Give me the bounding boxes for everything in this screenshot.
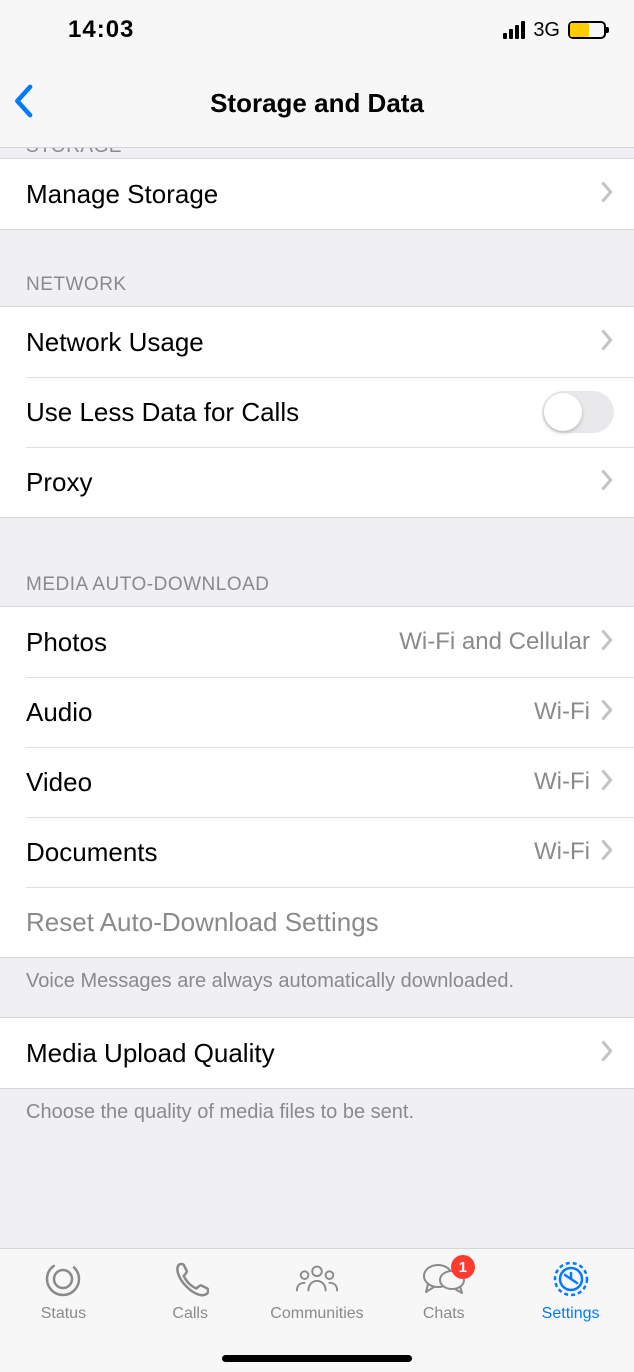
row-label: Photos [26, 627, 399, 658]
chevron-right-icon [600, 1040, 614, 1067]
row-label: Network Usage [26, 327, 600, 358]
section-header-network: NETWORK [0, 230, 634, 306]
status-icon [41, 1259, 85, 1299]
tab-label: Calls [172, 1305, 208, 1323]
media-autodownload-group: Photos Wi-Fi and Cellular Audio Wi-Fi Vi… [0, 606, 634, 958]
row-value: Wi-Fi [534, 768, 590, 796]
reset-autodownload-row[interactable]: Reset Auto-Download Settings [0, 887, 634, 957]
row-label: Reset Auto-Download Settings [26, 907, 614, 938]
row-label: Documents [26, 837, 534, 868]
use-less-data-toggle[interactable] [542, 391, 614, 433]
page-title: Storage and Data [0, 88, 634, 119]
use-less-data-row[interactable]: Use Less Data for Calls [0, 377, 634, 447]
chevron-right-icon [600, 469, 614, 496]
network-group: Network Usage Use Less Data for Calls Pr… [0, 306, 634, 518]
chevron-right-icon [600, 699, 614, 726]
chevron-right-icon [600, 329, 614, 356]
tab-label: Chats [423, 1305, 465, 1323]
home-indicator[interactable] [222, 1355, 412, 1362]
chats-badge: 1 [451, 1255, 475, 1279]
chevron-right-icon [600, 839, 614, 866]
row-label: Use Less Data for Calls [26, 397, 542, 428]
row-label: Proxy [26, 467, 600, 498]
storage-group: Manage Storage [0, 158, 634, 230]
back-button[interactable] [12, 84, 34, 123]
upload-note: Choose the quality of media files to be … [0, 1089, 634, 1148]
chevron-right-icon [600, 181, 614, 208]
row-value: Wi-Fi [534, 838, 590, 866]
status-indicators: 3G [503, 19, 606, 42]
documents-row[interactable]: Documents Wi-Fi [0, 817, 634, 887]
nav-header: Storage and Data [0, 60, 634, 148]
photos-row[interactable]: Photos Wi-Fi and Cellular [0, 607, 634, 677]
tab-status[interactable]: Status [8, 1259, 118, 1372]
row-label: Video [26, 767, 534, 798]
status-time: 14:03 [68, 16, 134, 44]
upload-quality-group: Media Upload Quality [0, 1017, 634, 1089]
signal-icon [503, 21, 525, 39]
chevron-right-icon [600, 769, 614, 796]
communities-icon [295, 1259, 339, 1299]
video-row[interactable]: Video Wi-Fi [0, 747, 634, 817]
row-label: Audio [26, 697, 534, 728]
status-bar: 14:03 3G [0, 0, 634, 60]
section-header-media: MEDIA AUTO-DOWNLOAD [0, 518, 634, 606]
tab-label: Settings [542, 1305, 600, 1323]
phone-icon [168, 1259, 212, 1299]
row-label: Media Upload Quality [26, 1038, 600, 1069]
tab-label: Communities [270, 1305, 363, 1323]
chevron-right-icon [600, 629, 614, 656]
tab-bar: Status Calls Communities 1 [0, 1248, 634, 1372]
proxy-row[interactable]: Proxy [0, 447, 634, 517]
tab-label: Status [41, 1305, 86, 1323]
network-usage-row[interactable]: Network Usage [0, 307, 634, 377]
network-type-label: 3G [533, 19, 560, 42]
row-value: Wi-Fi [534, 698, 590, 726]
gear-icon [549, 1259, 593, 1299]
media-upload-quality-row[interactable]: Media Upload Quality [0, 1018, 634, 1088]
audio-row[interactable]: Audio Wi-Fi [0, 677, 634, 747]
row-label: Manage Storage [26, 179, 600, 210]
media-note: Voice Messages are always automatically … [0, 958, 634, 1017]
manage-storage-row[interactable]: Manage Storage [0, 159, 634, 229]
tab-settings[interactable]: Settings [516, 1259, 626, 1372]
battery-icon [568, 21, 606, 39]
row-value: Wi-Fi and Cellular [399, 628, 590, 656]
